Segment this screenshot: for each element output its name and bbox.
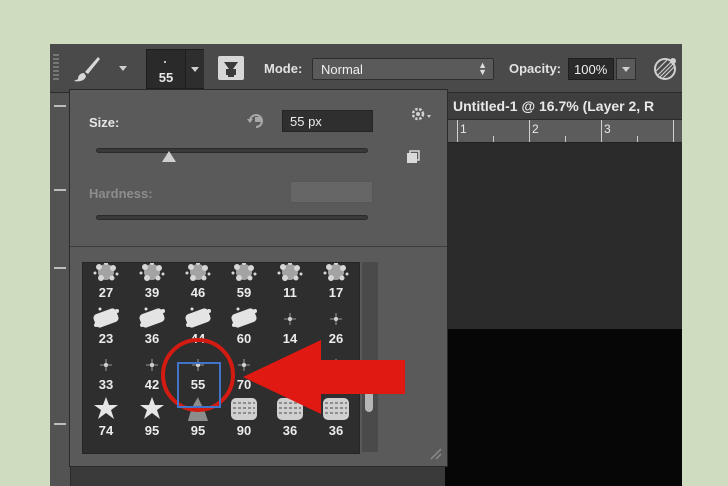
brush-preset-size: 55 xyxy=(158,70,174,85)
hardness-label: Hardness: xyxy=(89,186,153,201)
brush-preset-size: 17 xyxy=(328,285,344,300)
brush-preset-size: 74 xyxy=(98,423,114,438)
updown-arrows-icon: ▲ ▼ xyxy=(478,60,487,77)
selected-preset-outline xyxy=(177,362,221,408)
hardness-input xyxy=(290,181,373,203)
brush-preset-size: 95 xyxy=(144,423,160,438)
tools-panel-strip xyxy=(50,93,71,486)
brush-preset-item[interactable]: 17 xyxy=(313,263,359,301)
brush-preset-size: 90 xyxy=(236,423,252,438)
brush-preset-size: 23 xyxy=(98,331,114,346)
brush-preset-size: 39 xyxy=(144,285,160,300)
ruler-tick xyxy=(493,136,494,142)
mode-label: Mode: xyxy=(264,61,303,76)
brush-panel-icon xyxy=(224,62,238,77)
ruler-label: 1 xyxy=(460,122,467,136)
brush-tool-dropdown-icon[interactable] xyxy=(119,66,127,71)
ruler-label: 3 xyxy=(604,122,611,136)
canvas-pasteboard[interactable] xyxy=(445,143,682,329)
brush-preset-size: 11 xyxy=(283,285,297,300)
brush-preset-item[interactable]: 74 xyxy=(83,393,129,439)
ruler-tick xyxy=(565,136,566,142)
tool-icon[interactable] xyxy=(54,189,66,199)
red-arrow-annotation xyxy=(243,340,405,414)
opacity-input[interactable]: 100% xyxy=(568,58,614,80)
opacity-label: Opacity: xyxy=(509,61,562,76)
opacity-dropdown-button[interactable] xyxy=(616,58,636,80)
brush-preset-item[interactable]: 36 xyxy=(129,301,175,347)
options-bar: 55 Mode: Normal ▲ ▼ Opacity: 100% xyxy=(50,44,682,93)
brush-preset-picker[interactable]: 55 xyxy=(146,49,204,89)
brush-preset-item[interactable]: 46 xyxy=(175,263,221,301)
brush-preset-item[interactable]: 59 xyxy=(221,263,267,301)
document-tab[interactable]: Untitled-1 @ 16.7% (Layer 2, R xyxy=(445,93,682,120)
ruler-tick xyxy=(637,136,638,142)
size-input[interactable]: 55 px xyxy=(282,110,373,132)
ruler-tick xyxy=(457,120,458,142)
brush-preset-item[interactable]: 39 xyxy=(129,263,175,301)
reset-size-icon[interactable] xyxy=(246,112,266,130)
mode-select[interactable]: Normal ▲ ▼ xyxy=(312,58,494,80)
ruler-tick xyxy=(601,120,602,142)
brush-preset-size: 36 xyxy=(328,423,344,438)
brush-preset-size: 36 xyxy=(144,331,160,346)
brush-preset-item[interactable]: 27 xyxy=(83,263,129,301)
document-title: Untitled-1 @ 16.7% (Layer 2, R xyxy=(453,98,655,114)
resize-grip-icon[interactable] xyxy=(426,444,442,460)
tool-icon[interactable] xyxy=(54,267,66,277)
size-slider-thumb[interactable] xyxy=(162,151,177,162)
brush-preset-size: 36 xyxy=(282,423,298,438)
brush-preset-size: 27 xyxy=(98,285,114,300)
ruler-label: 2 xyxy=(532,122,539,136)
brush-preset-dropdown[interactable] xyxy=(185,50,204,88)
brush-preset-item[interactable]: 23 xyxy=(83,301,129,347)
brush-preset-size: 95 xyxy=(190,423,206,438)
brush-tip-preview xyxy=(164,61,166,63)
ruler-tick xyxy=(673,120,674,142)
hardness-slider-track xyxy=(96,215,368,220)
canvas-image[interactable] xyxy=(445,329,682,486)
brush-preset-item[interactable]: 95 xyxy=(129,393,175,439)
brush-panel-toggle-button[interactable] xyxy=(218,56,244,80)
brush-preset-size: 59 xyxy=(236,285,252,300)
size-label: Size: xyxy=(89,115,120,130)
chevron-down-icon xyxy=(622,67,630,72)
brush-preset-size: 33 xyxy=(98,377,114,392)
mode-value: Normal xyxy=(321,62,363,77)
size-value: 55 px xyxy=(290,114,322,129)
tool-icon[interactable] xyxy=(54,423,66,433)
chevron-down-icon xyxy=(191,67,199,72)
new-preset-icon[interactable] xyxy=(406,150,420,164)
size-slider-track[interactable] xyxy=(96,148,368,153)
brush-preset-item[interactable]: 33 xyxy=(83,347,129,393)
brush-preset-size: 46 xyxy=(190,285,206,300)
horizontal-ruler: 1 2 3 xyxy=(445,120,682,143)
collapse-icon[interactable] xyxy=(54,105,66,115)
ruler-tick xyxy=(529,120,530,142)
gear-icon[interactable] xyxy=(409,104,433,124)
brush-preset-item[interactable]: 11 xyxy=(267,263,313,301)
airbrush-icon[interactable] xyxy=(652,56,678,82)
panel-divider xyxy=(70,246,447,247)
opacity-value: 100% xyxy=(574,62,608,77)
brush-tool-icon[interactable] xyxy=(72,54,102,84)
toolbar-grip[interactable] xyxy=(53,54,59,82)
